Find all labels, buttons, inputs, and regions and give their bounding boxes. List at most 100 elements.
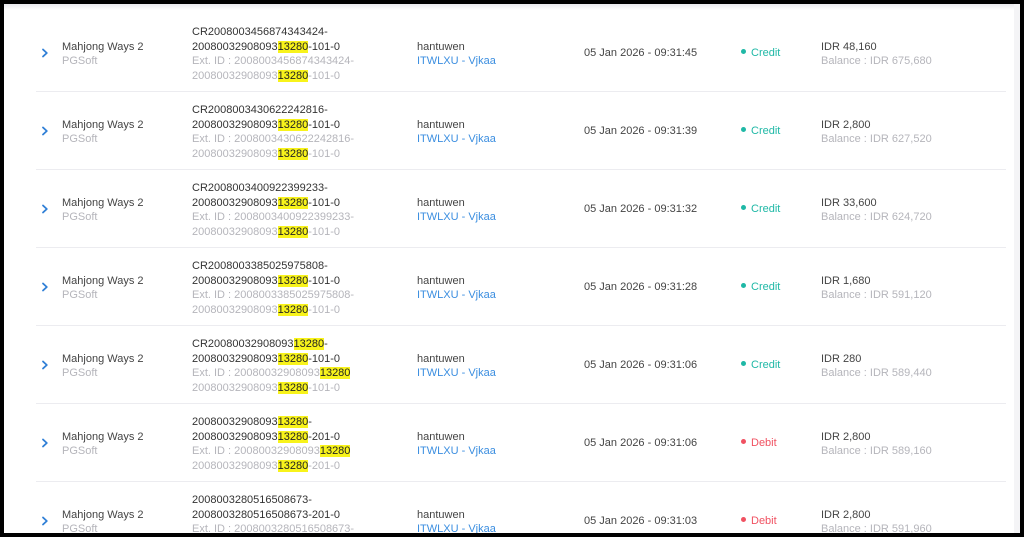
amount-cell: IDR 48,160 Balance : IDR 675,680 — [821, 40, 932, 68]
transaction-id-line: 2008003290809313280- — [192, 416, 312, 428]
transaction-id-line: CR2008003385025975808- — [192, 260, 328, 272]
game-cell: Mahjong Ways 2 PGSoft — [62, 196, 144, 224]
table-row[interactable]: Mahjong Ways 2 PGSoft CR200800329080931328… — [36, 326, 1006, 404]
status-badge: Credit — [741, 125, 780, 137]
amount-value: IDR 2,800 — [821, 509, 871, 521]
balance-value: Balance : IDR 591,120 — [821, 289, 932, 301]
user-cell: hantuwen ITWLXU - Vjkaa — [417, 40, 496, 68]
chevron-right-icon[interactable] — [40, 48, 50, 58]
provider-name: PGSoft — [62, 211, 98, 223]
amount-value: IDR 48,160 — [821, 41, 877, 53]
status-label: Credit — [751, 203, 781, 215]
provider-name: PGSoft — [62, 445, 98, 457]
transaction-id-line: 2008003290809313280-101-0 — [192, 352, 341, 365]
scrollbar-track[interactable] — [1014, 4, 1020, 533]
search-highlight: 13280 — [277, 118, 309, 131]
game-name: Mahjong Ways 2 — [62, 509, 144, 521]
transaction-id-cell: CR2008003456874343424- 200800329080931328… — [192, 25, 354, 83]
amount-value: IDR 2,800 — [821, 119, 871, 131]
game-name: Mahjong Ways 2 — [62, 41, 144, 53]
search-highlight: 13280 — [319, 367, 351, 379]
status-dot-icon — [741, 517, 746, 522]
table-row[interactable]: Mahjong Ways 2 PGSoft CR200800338502597580… — [36, 248, 1006, 326]
provider-name: PGSoft — [62, 55, 98, 67]
transaction-id-line: CR2008003430622242816- — [192, 104, 328, 116]
game-cell: Mahjong Ways 2 PGSoft — [62, 508, 144, 533]
table-row[interactable]: Mahjong Ways 2 PGSoft 2008003280516508673-… — [36, 482, 1006, 533]
chevron-right-icon[interactable] — [40, 204, 50, 214]
user-cell: hantuwen ITWLXU - Vjkaa — [417, 118, 496, 146]
game-name: Mahjong Ways 2 — [62, 431, 144, 443]
status-dot-icon — [741, 205, 746, 210]
transaction-id-line: 2008003290809313280-101-0 — [192, 40, 341, 53]
status-badge: Debit — [741, 515, 777, 527]
chevron-right-icon[interactable] — [40, 438, 50, 448]
transaction-id-line: 2008003280516508673-201-0 — [192, 508, 341, 521]
search-highlight: 13280 — [277, 274, 309, 287]
status-dot-icon — [741, 127, 746, 132]
chevron-right-icon[interactable] — [40, 282, 50, 292]
chevron-right-icon[interactable] — [40, 360, 50, 370]
agent-link[interactable]: ITWLXU - Vjkaa — [417, 54, 496, 68]
game-cell: Mahjong Ways 2 PGSoft — [62, 40, 144, 68]
search-highlight: 13280 — [293, 338, 325, 350]
search-highlight: 13280 — [277, 40, 309, 53]
external-id-line: Ext. ID : 2008003430622242816- — [192, 133, 355, 145]
balance-value: Balance : IDR 589,160 — [821, 445, 932, 457]
agent-link[interactable]: ITWLXU - Vjkaa — [417, 288, 496, 302]
transaction-id-line: 2008003290809313280-101-0 — [192, 118, 341, 131]
transaction-id-cell: CR2008003290809313280- 200800329080931328… — [192, 337, 351, 395]
agent-link[interactable]: ITWLXU - Vjkaa — [417, 132, 496, 146]
amount-value: IDR 1,680 — [821, 275, 871, 287]
search-highlight: 13280 — [277, 147, 309, 160]
status-label: Debit — [751, 515, 777, 527]
table-row[interactable]: Mahjong Ways 2 PGSoft CR200800343062224281… — [36, 92, 1006, 170]
provider-name: PGSoft — [62, 367, 98, 379]
game-cell: Mahjong Ways 2 PGSoft — [62, 352, 144, 380]
username: hantuwen — [417, 197, 465, 209]
status-dot-icon — [741, 361, 746, 366]
top-shadow — [4, 4, 1020, 10]
table-row[interactable]: Mahjong Ways 2 PGSoft 2008003290809313280-… — [36, 404, 1006, 482]
balance-value: Balance : IDR 627,520 — [821, 133, 932, 145]
transaction-panel: Mahjong Ways 2 PGSoft CR200800345687434342… — [4, 4, 1020, 533]
transaction-id-line: CR2008003400922399233- — [192, 182, 328, 194]
transaction-date: 05 Jan 2026 - 09:31:06 — [584, 437, 698, 449]
search-highlight: 13280 — [277, 352, 309, 365]
status-badge: Credit — [741, 203, 780, 215]
table-row[interactable]: Mahjong Ways 2 PGSoft CR200800345687434342… — [36, 14, 1006, 92]
username: hantuwen — [417, 509, 465, 521]
game-cell: Mahjong Ways 2 PGSoft — [62, 430, 144, 458]
transaction-id-line: CR2008003290809313280- — [192, 338, 328, 350]
game-cell: Mahjong Ways 2 PGSoft — [62, 274, 144, 302]
status-label: Credit — [751, 281, 781, 293]
external-id-line: 2008003290809313280-101-0 — [192, 225, 341, 238]
transaction-id-cell: 2008003290809313280- 2008003290809313280-… — [192, 415, 351, 473]
status-label: Debit — [751, 437, 777, 449]
agent-link[interactable]: ITWLXU - Vjkaa — [417, 210, 496, 224]
amount-cell: IDR 2,800 Balance : IDR 591,960 — [821, 508, 932, 533]
chevron-right-icon[interactable] — [40, 126, 50, 136]
amount-cell: IDR 2,800 Balance : IDR 589,160 — [821, 430, 932, 458]
amount-value: IDR 2,800 — [821, 431, 871, 443]
transaction-date: 05 Jan 2026 - 09:31:32 — [584, 203, 698, 215]
amount-cell: IDR 280 Balance : IDR 589,440 — [821, 352, 932, 380]
transaction-list: Mahjong Ways 2 PGSoft CR200800345687434342… — [4, 14, 1020, 533]
agent-link[interactable]: ITWLXU - Vjkaa — [417, 366, 496, 380]
agent-link[interactable]: ITWLXU - Vjkaa — [417, 522, 496, 533]
transaction-id-line: 2008003290809313280-101-0 — [192, 196, 341, 209]
amount-cell: IDR 33,600 Balance : IDR 624,720 — [821, 196, 932, 224]
user-cell: hantuwen ITWLXU - Vjkaa — [417, 274, 496, 302]
status-dot-icon — [741, 49, 746, 54]
transaction-id-line: CR2008003456874343424- — [192, 26, 328, 38]
game-name: Mahjong Ways 2 — [62, 197, 144, 209]
transaction-date: 05 Jan 2026 - 09:31:06 — [584, 359, 698, 371]
agent-link[interactable]: ITWLXU - Vjkaa — [417, 444, 496, 458]
search-highlight: 13280 — [277, 381, 309, 394]
search-highlight: 13280 — [277, 459, 309, 472]
provider-name: PGSoft — [62, 289, 98, 301]
status-badge: Debit — [741, 437, 777, 449]
chevron-right-icon[interactable] — [40, 516, 50, 526]
table-row[interactable]: Mahjong Ways 2 PGSoft CR200800340092239923… — [36, 170, 1006, 248]
balance-value: Balance : IDR 589,440 — [821, 367, 932, 379]
